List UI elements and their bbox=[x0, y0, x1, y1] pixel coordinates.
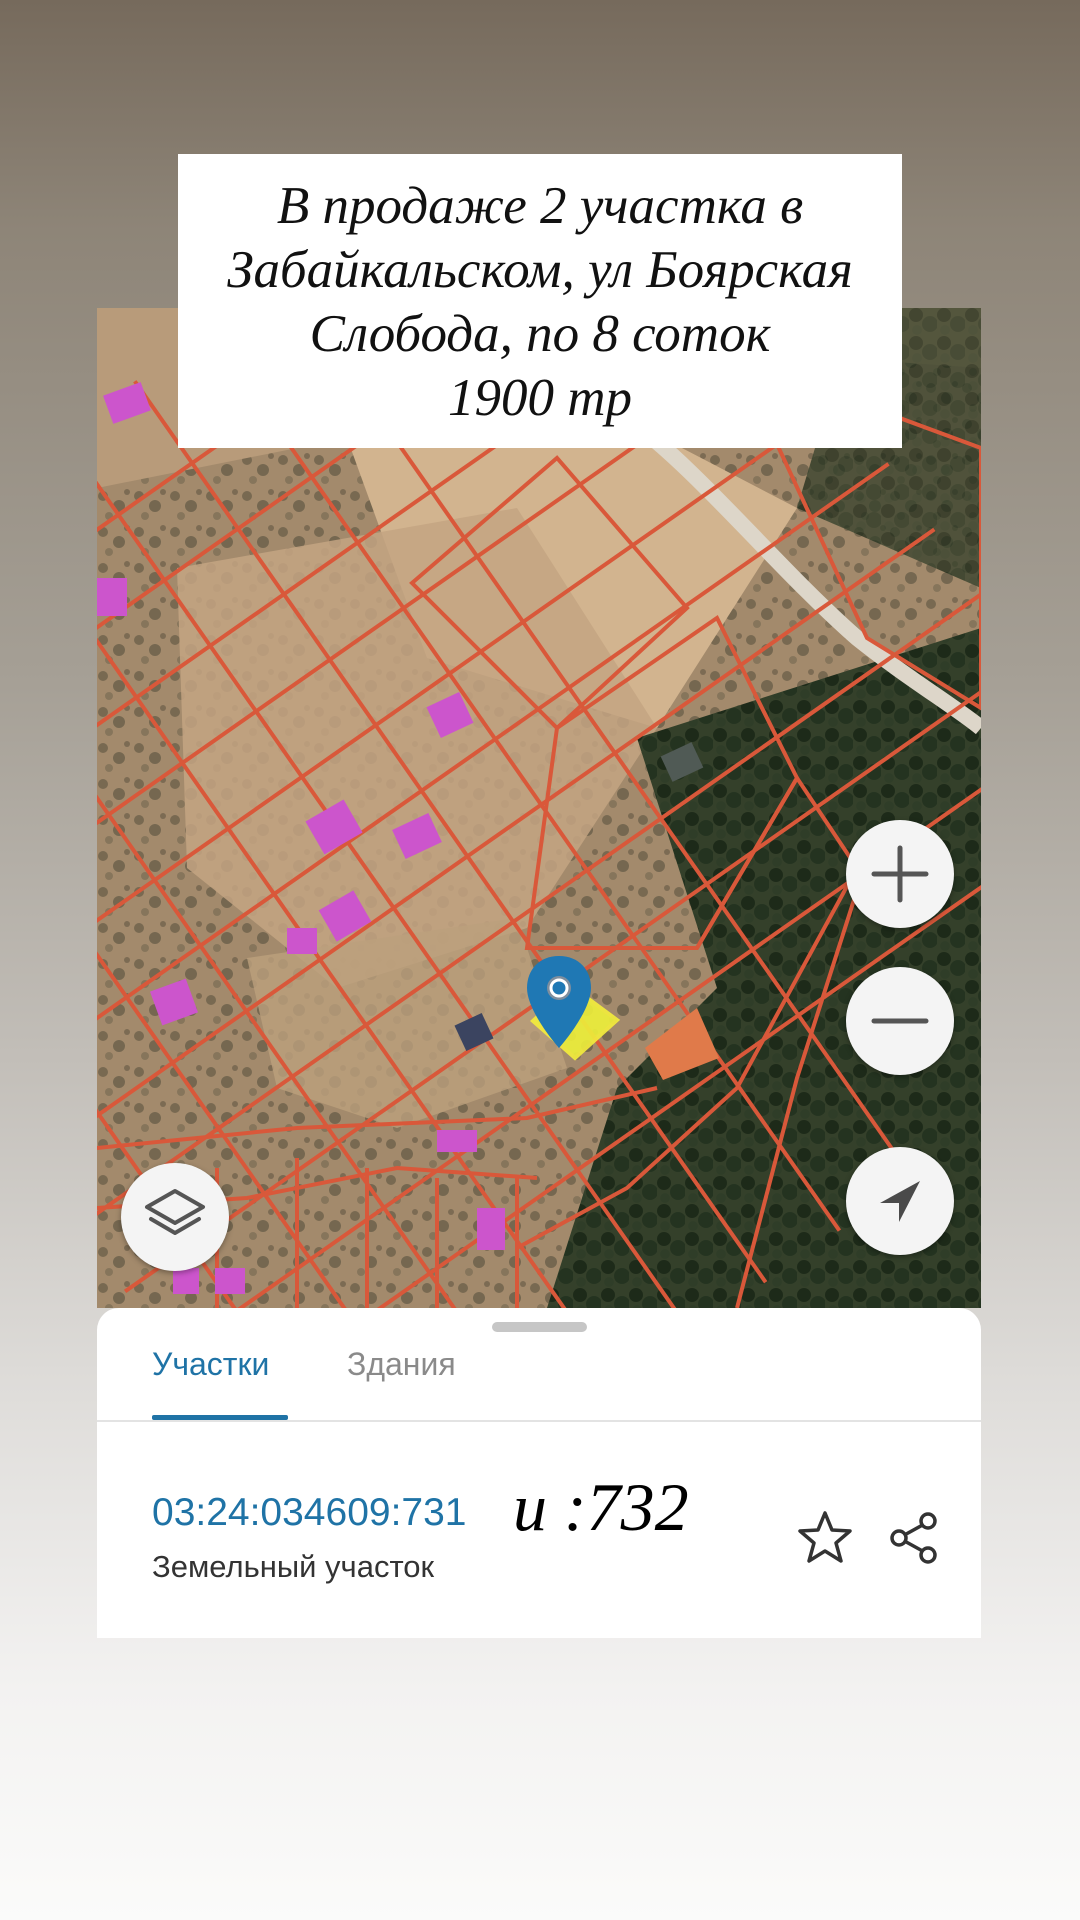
minus-icon bbox=[871, 1018, 929, 1024]
plus-icon bbox=[871, 845, 929, 903]
caption-line: 1900 тр bbox=[447, 369, 633, 427]
sheet-drag-handle[interactable] bbox=[492, 1322, 587, 1332]
tabs-divider bbox=[97, 1420, 981, 1422]
tab-parcels[interactable]: Участки bbox=[152, 1346, 269, 1383]
star-icon bbox=[798, 1511, 852, 1563]
navigation-arrow-icon bbox=[880, 1181, 920, 1222]
parcel-type-label: Земельный участок bbox=[152, 1549, 435, 1584]
layers-button[interactable] bbox=[121, 1163, 229, 1271]
caption-line: Забайкальском, ул Боярская bbox=[227, 241, 853, 299]
handwritten-parcel-note: и :732 bbox=[513, 1469, 689, 1545]
map-view[interactable] bbox=[97, 308, 981, 1308]
caption-line: Слобода, по 8 соток bbox=[309, 305, 771, 363]
zoom-out-button[interactable] bbox=[846, 967, 954, 1075]
share-icon bbox=[890, 1512, 937, 1564]
tab-buildings[interactable]: Здания bbox=[347, 1346, 456, 1383]
favorite-button[interactable] bbox=[795, 1508, 855, 1573]
caption-box: В продаже 2 участка в Забайкальском, ул … bbox=[178, 154, 902, 448]
bottom-sheet: Участки Здания 03:24:034609:731 и :732 З… bbox=[97, 1308, 981, 1638]
layers-icon bbox=[145, 1189, 205, 1235]
zoom-in-button[interactable] bbox=[846, 820, 954, 928]
cadastral-number[interactable]: 03:24:034609:731 bbox=[152, 1491, 466, 1535]
share-button[interactable] bbox=[884, 1508, 944, 1573]
my-location-button[interactable] bbox=[846, 1147, 954, 1255]
caption-line: В продаже 2 участка в bbox=[276, 177, 804, 235]
